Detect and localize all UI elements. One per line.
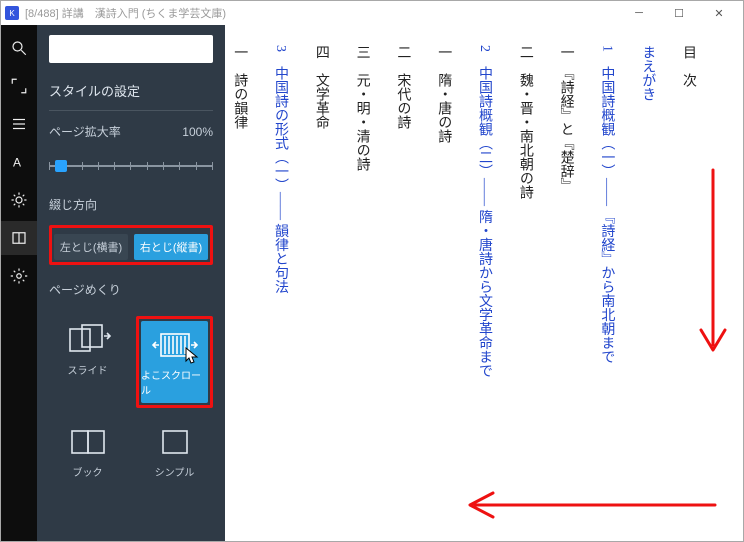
paging-option-hscroll[interactable]: よこスクロール bbox=[141, 321, 208, 403]
paging-option-label: シンプル bbox=[155, 464, 195, 479]
close-button[interactable]: ✕ bbox=[699, 1, 739, 25]
paging-option-simple[interactable]: シンプル bbox=[136, 418, 213, 485]
zoom-slider-thumb[interactable] bbox=[55, 160, 67, 172]
simple-icon bbox=[147, 424, 203, 460]
book-page: 目 次 まえがき 1 中国詩概観（一）―― 『詩経』から南北朝まで 一 『詩経』… bbox=[245, 45, 703, 511]
toc-line: 一 『詩経』と『楚辞』 bbox=[550, 45, 581, 511]
paging-option-book[interactable]: ブック bbox=[49, 418, 126, 485]
zoom-slider[interactable] bbox=[49, 152, 213, 180]
toc-line: 一 隋・唐の詩 bbox=[427, 45, 458, 511]
mouse-cursor bbox=[185, 347, 199, 365]
brightness-icon[interactable] bbox=[1, 183, 37, 217]
toc-line[interactable]: 3 中国詩の形式（一）―― 韻律と句法 bbox=[273, 45, 288, 294]
titlebar: K [8/488] 詳講 漢詩入門 (ちくま学芸文庫) ─ ☐ ✕ bbox=[1, 1, 743, 25]
toc-line[interactable]: 1 中国詩概観（一）―― 『詩経』から南北朝まで bbox=[599, 45, 614, 364]
toc-line: 一 詩の韻律 bbox=[225, 45, 254, 511]
binding-right-button[interactable]: 右とじ(縦書) bbox=[134, 234, 208, 260]
toc-line: 二 宋代の詩 bbox=[387, 45, 418, 511]
style-panel: スタイルの設定 ページ拡大率 100% 綴じ方向 左とじ(横書) 右とじ(縦書)… bbox=[37, 25, 225, 541]
paging-option-slide[interactable]: スライド bbox=[49, 316, 126, 408]
binding-left-button[interactable]: 左とじ(横書) bbox=[54, 234, 128, 260]
search-icon[interactable] bbox=[1, 31, 37, 65]
svg-text:A: A bbox=[13, 156, 21, 170]
zoom-label: ページ拡大率 bbox=[49, 123, 121, 140]
fullscreen-icon[interactable] bbox=[1, 69, 37, 103]
search-input[interactable] bbox=[49, 35, 213, 63]
zoom-value: 100% bbox=[182, 125, 213, 139]
settings-icon[interactable] bbox=[1, 259, 37, 293]
binding-highlight-annotation: 左とじ(横書) 右とじ(縦書) bbox=[49, 225, 213, 265]
binding-label: 綴じ方向 bbox=[49, 196, 213, 213]
paging-option-label: ブック bbox=[73, 464, 103, 479]
toc-line: 二 魏・晋・南北朝の詩 bbox=[509, 45, 540, 511]
hscroll-highlight-annotation: よこスクロール bbox=[136, 316, 213, 408]
minimize-button[interactable]: ─ bbox=[619, 1, 659, 25]
font-icon[interactable]: A bbox=[1, 145, 37, 179]
window-title: [8/488] 詳講 漢詩入門 (ちくま学芸文庫) bbox=[25, 5, 226, 21]
paging-option-label: よこスクロール bbox=[141, 367, 208, 397]
toc-line: 三 元・明・清の詩 bbox=[346, 45, 377, 511]
slide-icon bbox=[60, 322, 116, 358]
book-icon bbox=[60, 424, 116, 460]
layout-icon[interactable] bbox=[1, 221, 37, 255]
maximize-button[interactable]: ☐ bbox=[659, 1, 699, 25]
toc-heading: 目 次 bbox=[672, 45, 703, 511]
toc-icon[interactable] bbox=[1, 107, 37, 141]
paging-label: ページめくり bbox=[49, 281, 213, 298]
app-window: K [8/488] 詳講 漢詩入門 (ちくま学芸文庫) ─ ☐ ✕ A スタイル… bbox=[0, 0, 744, 542]
toc-line[interactable]: まえがき bbox=[631, 45, 662, 511]
toc-line: 四 文学革命 bbox=[305, 45, 336, 511]
panel-heading: スタイルの設定 bbox=[49, 75, 213, 111]
reader-content[interactable]: 目 次 まえがき 1 中国詩概観（一）―― 『詩経』から南北朝まで 一 『詩経』… bbox=[225, 25, 743, 541]
app-icon: K bbox=[5, 6, 19, 20]
paging-option-label: スライド bbox=[68, 362, 108, 377]
left-icon-strip: A bbox=[1, 25, 37, 541]
toc-line[interactable]: 2 中国詩概観（二）―― 隋・唐詩から文学革命まで bbox=[477, 45, 492, 378]
